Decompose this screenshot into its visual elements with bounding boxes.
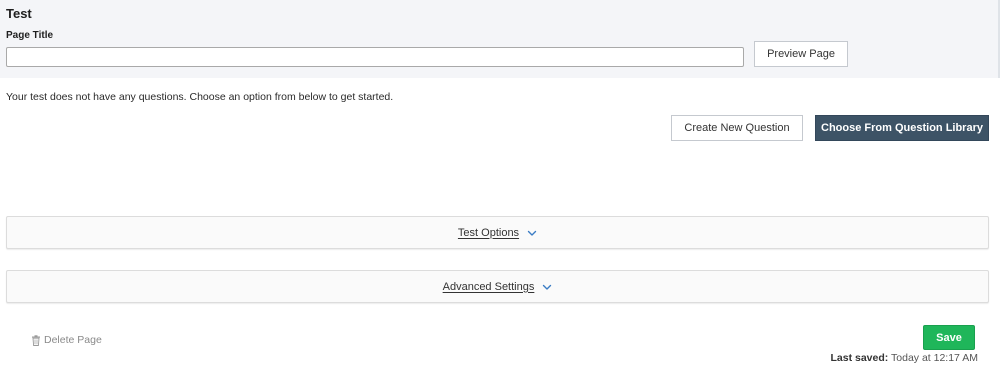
delete-page-link[interactable]: Delete Page	[31, 334, 102, 346]
create-new-question-button[interactable]: Create New Question	[671, 115, 803, 141]
test-options-label: Test Options	[457, 226, 520, 239]
trash-icon	[31, 334, 41, 346]
save-button[interactable]: Save	[923, 325, 975, 350]
advanced-settings-label: Advanced Settings	[442, 280, 535, 293]
empty-questions-message: Your test does not have any questions. C…	[6, 91, 394, 103]
delete-page-label: Delete Page	[44, 334, 102, 346]
test-options-accordion[interactable]: Test Options	[6, 216, 989, 249]
last-saved-time: Today at 12:17 AM	[891, 352, 978, 364]
advanced-settings-accordion[interactable]: Advanced Settings	[6, 270, 989, 303]
preview-page-button[interactable]: Preview Page	[754, 41, 848, 67]
page-heading: Test	[6, 6, 32, 21]
chevron-down-icon	[527, 228, 537, 238]
last-saved-label: Last saved:	[830, 352, 889, 364]
page-header-panel: Test Page Title Preview Page	[0, 0, 1000, 78]
page-title-label: Page Title	[6, 30, 54, 41]
choose-from-library-button[interactable]: Choose From Question Library	[815, 115, 989, 141]
last-saved-status: Last saved: Today at 12:17 AM	[831, 352, 979, 364]
chevron-down-icon	[542, 282, 552, 292]
page-title-input[interactable]	[6, 47, 744, 67]
